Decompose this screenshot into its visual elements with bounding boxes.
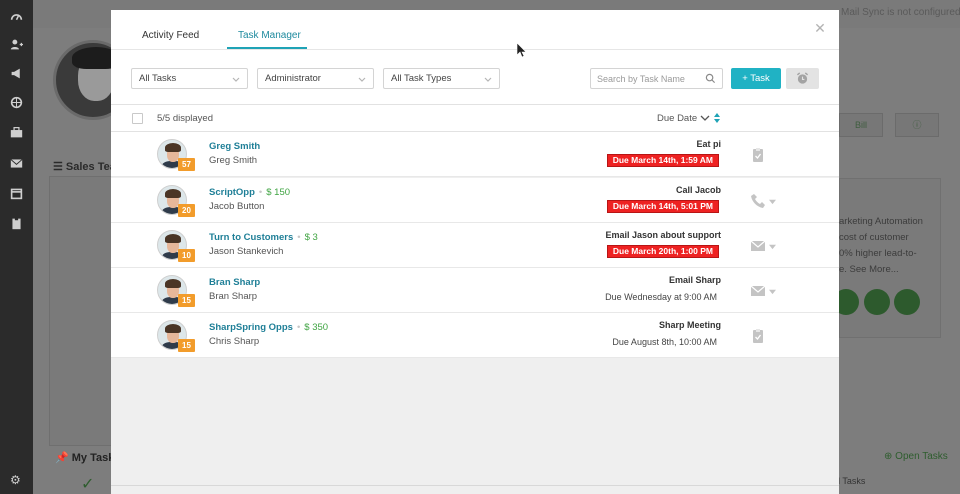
opportunity-link[interactable]: SharpSpring Opps • $ 350 (209, 322, 328, 333)
score-badge: 10 (178, 249, 195, 262)
open-tasks-link: ⊕ Open Tasks (884, 451, 948, 462)
envelope-icon[interactable] (750, 238, 768, 254)
task-row[interactable]: 15 SharpSpring Opps • $ 350 Chris Sharp Sh… (111, 313, 839, 358)
due-date-text: Due August 8th, 10:00 AM (612, 337, 717, 347)
opportunity-link[interactable]: Greg Smith (209, 141, 260, 152)
background-tab-bill: Bill (839, 113, 883, 137)
due-date-text: Due Wednesday at 9:00 AM (605, 292, 717, 302)
tab-divider (111, 49, 839, 50)
chevron-down-icon (357, 73, 367, 83)
type-filter-value: All Task Types (391, 73, 452, 84)
contact-name: Greg Smith (209, 155, 258, 166)
trend-circle-button (864, 289, 890, 315)
alarm-clock-button[interactable] (786, 68, 819, 89)
clipboard-nav-icon[interactable] (10, 217, 23, 230)
background-tabs: Bill ⓘ (839, 113, 939, 137)
tab-task-manager[interactable]: Task Manager (238, 30, 301, 41)
overdue-date-badge: Due March 20th, 1:00 PM (606, 245, 719, 258)
left-nav: ⚙ (0, 0, 33, 494)
score-badge: 15 (178, 294, 195, 307)
task-row[interactable]: 15 Bran Sharp Bran Sharp Email Sharp Due… (111, 268, 839, 313)
megaphone-icon[interactable] (10, 67, 23, 80)
modal-footer-divider (111, 485, 839, 486)
task-filter-select[interactable]: All Tasks (131, 68, 248, 89)
user-filter-select[interactable]: Administrator (257, 68, 374, 89)
contact-name: Jason Stankevich (209, 246, 284, 257)
opportunity-link[interactable]: Turn to Customers • $ 3 (209, 232, 318, 243)
briefcase-icon[interactable] (10, 126, 23, 139)
background-left-panel (49, 176, 115, 446)
background-tab-info: ⓘ (895, 113, 939, 137)
task-list-header: 5/5 displayed Due Date (111, 104, 839, 132)
task-title: Eat pi (696, 139, 721, 149)
task-title: Call Jacob (675, 185, 721, 195)
score-badge: 57 (178, 158, 195, 171)
settings-gear-icon[interactable]: ⚙ (10, 473, 21, 487)
calendar-icon[interactable] (10, 187, 23, 200)
mail-icon[interactable] (10, 157, 23, 170)
contact-name: Bran Sharp (209, 291, 258, 302)
task-search[interactable] (590, 68, 723, 89)
user-filter-value: Administrator (265, 73, 321, 84)
score-badge: 15 (178, 339, 195, 352)
task-filter-value: All Tasks (139, 73, 177, 84)
contacts-icon[interactable] (10, 38, 23, 51)
chevron-down-icon (700, 113, 710, 124)
mouse-cursor-icon (517, 43, 526, 57)
displayed-count: 5/5 displayed (157, 113, 213, 124)
opportunity-value: $ 150 (266, 187, 291, 198)
score-badge: 20 (178, 204, 195, 217)
mail-sync-note: Mail Sync is not configured (841, 7, 960, 18)
task-row[interactable]: 20 ScriptOpp • $ 150 Jacob Button Call Jac… (111, 178, 839, 223)
tab-activity-feed[interactable]: Activity Feed (142, 30, 199, 41)
sales-team-heading: ☰ Sales Tea (53, 161, 116, 173)
task-title: Email Jason about support (605, 230, 721, 240)
task-title: Sharp Meeting (658, 320, 721, 330)
due-date-sort[interactable]: Due Date (657, 113, 710, 124)
task-row[interactable]: 57 Greg Smith Greg Smith Eat pi Due Marc… (111, 132, 839, 177)
overdue-date-badge: Due March 14th, 5:01 PM (606, 200, 719, 213)
caret-down-icon[interactable] (769, 196, 776, 205)
task-title: Email Sharp (668, 275, 721, 285)
search-input[interactable] (597, 71, 705, 86)
task-row[interactable]: 10 Turn to Customers • $ 3 Jason Stankevic… (111, 223, 839, 268)
search-icon[interactable] (705, 73, 716, 84)
check-icon: ✓ (81, 476, 95, 493)
opportunity-value: $ 3 (304, 232, 318, 243)
background-right-text: arketing Automation cost of customer 0% … (839, 216, 923, 275)
dashboard-icon[interactable] (10, 10, 23, 23)
select-all-checkbox[interactable] (132, 113, 143, 124)
clipboard-icon[interactable] (750, 147, 768, 163)
caret-down-icon[interactable] (769, 241, 776, 250)
opportunity-link[interactable]: ScriptOpp • $ 150 (209, 187, 290, 198)
contact-name: Jacob Button (209, 201, 265, 212)
opportunity-link[interactable]: Bran Sharp (209, 277, 260, 288)
contact-name: Chris Sharp (209, 336, 260, 347)
overdue-date-badge: Due March 14th, 1:59 AM (606, 154, 719, 167)
chevron-down-icon (231, 73, 241, 83)
clipboard-icon[interactable] (750, 328, 768, 344)
sort-arrows-icon[interactable] (713, 112, 721, 124)
chevron-down-icon (483, 73, 493, 83)
globe-icon[interactable] (10, 96, 23, 109)
task-modal: Activity Feed Task Manager ✕ All Tasks A… (111, 10, 839, 494)
phone-icon[interactable] (750, 193, 768, 209)
modal-header: Activity Feed Task Manager ✕ All Tasks A… (111, 10, 839, 104)
add-task-button[interactable]: + Task (731, 68, 781, 89)
opportunity-value: $ 350 (304, 322, 329, 333)
close-icon[interactable]: ✕ (813, 21, 827, 35)
save-circle-button (894, 289, 920, 315)
type-filter-select[interactable]: All Task Types (383, 68, 500, 89)
envelope-icon[interactable] (750, 283, 768, 299)
caret-down-icon[interactable] (769, 286, 776, 295)
alarm-clock-icon (796, 72, 809, 84)
